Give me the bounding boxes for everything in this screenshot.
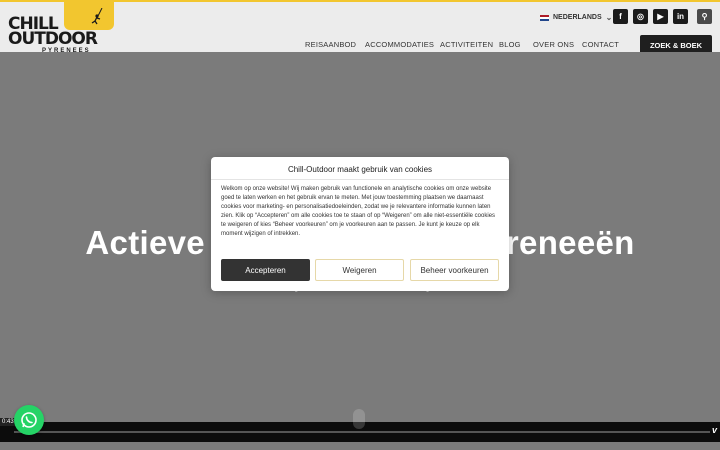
nav-over-ons[interactable]: OVER ONS	[533, 40, 574, 49]
accept-cookies-button[interactable]: Accepteren	[221, 259, 310, 281]
nav-contact[interactable]: CONTACT	[582, 40, 619, 49]
whatsapp-chat-button[interactable]	[14, 405, 44, 435]
search-icon[interactable]: ⚲	[697, 9, 712, 24]
video-scrub-handle[interactable]	[353, 409, 365, 429]
cookie-consent-dialog: Chill-Outdoor maakt gebruik van cookies …	[211, 157, 509, 291]
instagram-icon[interactable]: ◎	[633, 9, 648, 24]
netherlands-flag-icon	[540, 14, 549, 21]
page-bottom-strip	[0, 442, 720, 450]
youtube-icon[interactable]: ▶	[653, 9, 668, 24]
nav-activiteiten[interactable]: ACTIVITEITEN	[440, 40, 493, 49]
facebook-icon[interactable]: f	[613, 9, 628, 24]
video-progress-track[interactable]	[14, 431, 710, 433]
logo-text-outdoor: OUTDOOR	[8, 29, 98, 49]
divider	[211, 179, 509, 180]
climber-icon	[91, 8, 103, 25]
language-label: NEDERLANDS	[553, 14, 602, 21]
deny-cookies-button[interactable]: Weigeren	[315, 259, 404, 281]
chevron-down-icon: ⌄	[605, 13, 613, 22]
site-logo[interactable]: CHILL OUTDOOR PYRENEES	[6, 0, 114, 54]
linkedin-icon[interactable]: in	[673, 9, 688, 24]
manage-preferences-button[interactable]: Beheer voorkeuren	[410, 259, 499, 281]
nav-blog[interactable]: BLOG	[499, 40, 521, 49]
vimeo-icon[interactable]: v	[712, 425, 717, 435]
cookie-dialog-text: Welkom op onze website! Wij maken gebrui…	[221, 186, 496, 237]
language-selector[interactable]: NEDERLANDS ⌄	[540, 13, 612, 22]
site-header: CHILL OUTDOOR PYRENEES NEDERLANDS ⌄ f ◎ …	[0, 0, 720, 56]
nav-reisaanbod[interactable]: REISAANBOD	[305, 40, 356, 49]
nav-accommodaties[interactable]: ACCOMMODATIES	[365, 40, 434, 49]
whatsapp-icon	[21, 412, 37, 428]
cookie-dialog-title: Chill-Outdoor maakt gebruik van cookies	[287, 165, 433, 174]
